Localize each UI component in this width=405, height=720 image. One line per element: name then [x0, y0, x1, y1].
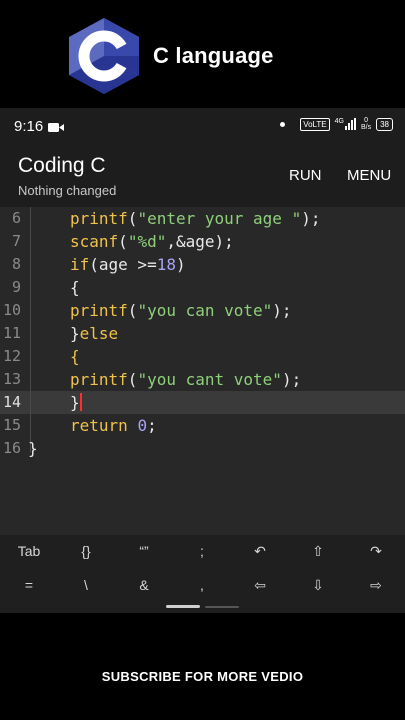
comma-key[interactable]: ,	[173, 569, 231, 601]
arrow-left-icon[interactable]: ⇦	[231, 569, 289, 601]
line-number: 12	[2, 347, 21, 365]
code-line-current[interactable]: }	[70, 391, 82, 414]
arrow-down-icon[interactable]: ⇩	[289, 569, 347, 601]
code-line[interactable]: {	[70, 276, 80, 299]
current-line-highlight	[0, 391, 405, 414]
redo-icon[interactable]: ↷	[347, 535, 405, 567]
ampersand-key[interactable]: &	[115, 569, 173, 601]
extra-keys-bar: Tab {} “” ; ↶ ⇧ ↷ = \ & , ⇦ ⇩ ⇨	[0, 535, 405, 613]
line-number: 6	[11, 209, 21, 227]
code-line[interactable]: printf("enter your age ");	[70, 207, 320, 230]
banner-title: C language	[153, 43, 274, 68]
video-caption: SUBSCRIBE FOR MORE VEDIO	[0, 613, 405, 720]
page-indicator-active	[166, 605, 200, 608]
undo-icon[interactable]: ↶	[231, 535, 289, 567]
arrow-up-icon[interactable]: ⇧	[289, 535, 347, 567]
app-title: Coding C	[18, 154, 106, 177]
tab-key[interactable]: Tab	[0, 535, 58, 567]
indent-guide	[30, 207, 31, 452]
line-number: 10	[2, 301, 21, 319]
equals-key[interactable]: =	[0, 569, 58, 601]
status-icons: VoLTE 4G 0 B/s 38	[280, 117, 393, 131]
battery-icon: 38	[376, 117, 393, 131]
line-number: 11	[2, 324, 21, 342]
code-line[interactable]: printf("you cant vote");	[70, 368, 301, 391]
line-number: 15	[2, 416, 21, 434]
run-button[interactable]: RUN	[289, 167, 322, 184]
file-status: Nothing changed	[18, 183, 117, 198]
video-record-icon	[48, 123, 64, 132]
status-bar: 9:16 VoLTE 4G 0 B/s 38	[0, 108, 405, 146]
signal-icon: 4G	[335, 118, 356, 130]
code-editor[interactable]: 6 7 8 9 10 11 12 13 14 15 16 printf("ent…	[0, 207, 405, 535]
code-line[interactable]: return 0;	[70, 414, 157, 437]
code-line[interactable]: }	[28, 437, 38, 460]
line-number-current: 14	[2, 393, 21, 411]
code-line[interactable]: {	[70, 345, 80, 368]
c-language-logo	[69, 18, 139, 94]
backslash-key[interactable]: \	[57, 569, 115, 601]
menu-button[interactable]: MENU	[347, 167, 391, 184]
caption-text: SUBSCRIBE FOR MORE VEDIO	[101, 669, 304, 684]
line-number: 9	[11, 278, 21, 296]
text-cursor	[79, 393, 82, 411]
network-speed: 0 B/s	[360, 117, 372, 131]
app-bar: Coding C Nothing changed RUN MENU	[0, 146, 405, 207]
volte-icon: VoLTE	[300, 117, 330, 131]
status-time: 9:16	[14, 118, 44, 135]
video-banner: C language	[0, 0, 405, 108]
page-indicator	[205, 606, 239, 608]
code-line[interactable]: }else	[70, 322, 118, 345]
line-number: 7	[11, 232, 21, 250]
code-line[interactable]: scanf("%d",&age);	[70, 230, 234, 253]
code-line[interactable]: if(age >=18)	[70, 253, 186, 276]
notification-dot-icon	[280, 121, 286, 127]
line-number: 16	[2, 439, 21, 457]
arrow-right-icon[interactable]: ⇨	[347, 569, 405, 601]
line-number: 13	[2, 370, 21, 388]
braces-key[interactable]: {}	[57, 535, 115, 567]
line-number: 8	[11, 255, 21, 273]
semicolon-key[interactable]: ;	[173, 535, 231, 567]
quotes-key[interactable]: “”	[115, 535, 173, 567]
code-line[interactable]: printf("you can vote");	[70, 299, 292, 322]
